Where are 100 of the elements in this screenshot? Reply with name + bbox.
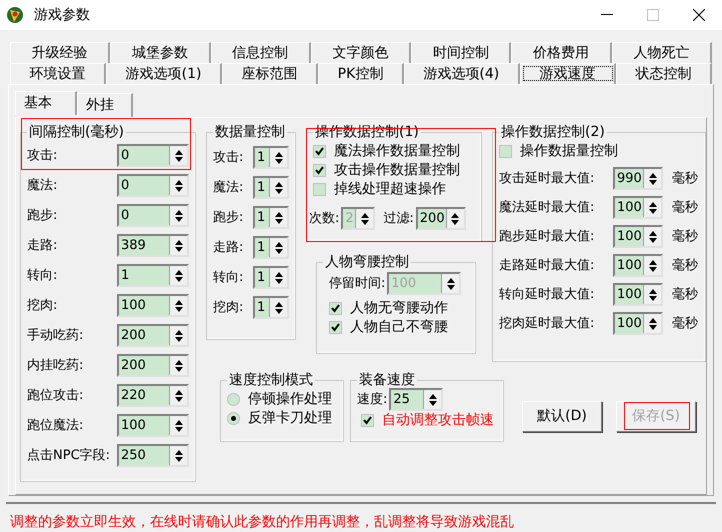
checkbox[interactable] xyxy=(329,321,342,334)
checkbox[interactable] xyxy=(499,145,512,158)
spin-arrows-icon[interactable] xyxy=(643,314,661,333)
spin-arrows-icon[interactable] xyxy=(643,198,661,217)
checkbox[interactable] xyxy=(361,414,374,427)
spin-arrows-icon[interactable] xyxy=(446,209,464,228)
spin-field[interactable]: 100 xyxy=(613,283,663,306)
checkbox-option[interactable]: 人物自己不弯腰 xyxy=(329,318,469,337)
spin-arrows-icon[interactable] xyxy=(169,326,187,345)
checkbox-option[interactable]: 魔法操作数据量控制 xyxy=(313,142,475,161)
radio-button[interactable] xyxy=(227,393,240,406)
spin-field[interactable]: 100 xyxy=(117,414,189,437)
checkbox-option[interactable]: 人物无弯腰动作 xyxy=(329,299,469,318)
tab[interactable]: PK控制 xyxy=(318,63,404,84)
group-title: 速度控制模式 xyxy=(228,372,314,388)
unit-label: 毫秒 xyxy=(672,256,698,275)
spin-field[interactable]: 100 xyxy=(613,196,663,219)
tab[interactable]: 状态控制 xyxy=(616,63,712,84)
tab[interactable]: 座标范围 xyxy=(222,63,318,84)
field-label: 转向延时最大值: xyxy=(499,286,596,304)
spin-field[interactable]: 1 xyxy=(253,146,289,169)
spin-field[interactable]: 200 xyxy=(117,324,189,347)
tab[interactable]: 游戏选项(4) xyxy=(404,63,520,84)
spin-field[interactable]: 0 xyxy=(117,174,189,197)
spin-arrows-icon[interactable] xyxy=(269,178,287,197)
checkbox[interactable] xyxy=(313,164,326,177)
group-title: 间隔控制(毫秒) xyxy=(28,124,125,140)
spin-field[interactable]: 25 xyxy=(389,388,444,411)
tab[interactable]: 城堡参数 xyxy=(110,42,211,63)
spin-arrows-icon[interactable] xyxy=(169,146,187,165)
spin-field[interactable]: 389 xyxy=(117,234,189,257)
tab[interactable]: 游戏速度 xyxy=(520,63,616,84)
spin-arrows-icon[interactable] xyxy=(269,148,287,167)
spin-field[interactable]: 100 xyxy=(117,294,189,317)
spin-field[interactable]: 1 xyxy=(253,236,289,259)
checkbox-label: 自动调整攻击帧速 xyxy=(382,411,494,430)
spin-arrows-icon[interactable] xyxy=(169,416,187,435)
tab[interactable]: 升级经验 xyxy=(10,42,110,63)
field-label: 挖肉延时最大值: xyxy=(499,314,596,333)
tab[interactable]: 环境设置 xyxy=(10,63,106,84)
spin-arrows-icon[interactable] xyxy=(643,227,661,246)
tab[interactable]: 外挂 xyxy=(77,93,133,117)
spin-field[interactable]: 1 xyxy=(253,296,289,319)
tab[interactable]: 文字颜色 xyxy=(310,42,412,63)
checkbox[interactable] xyxy=(313,183,326,196)
spin-arrows-icon[interactable] xyxy=(169,296,187,315)
checkbox[interactable] xyxy=(313,145,326,158)
spin-arrows-icon[interactable] xyxy=(169,386,187,405)
spin-field[interactable]: 990 xyxy=(613,167,663,190)
spin-arrows-icon[interactable] xyxy=(423,390,442,409)
spin-field[interactable]: 100 xyxy=(613,254,663,277)
spin-field[interactable]: 1 xyxy=(253,266,289,289)
spin-arrows-icon[interactable] xyxy=(355,209,374,228)
spin-field[interactable]: 0 xyxy=(117,204,189,227)
tab[interactable]: 信息控制 xyxy=(210,42,311,63)
radio-option[interactable]: 停顿操作处理 xyxy=(227,390,337,409)
checkbox-option[interactable]: 操作数据量控制 xyxy=(499,142,699,161)
spin-arrows-icon[interactable] xyxy=(269,208,287,227)
field-label: 攻击延时最大值: xyxy=(499,170,596,188)
dialog-button[interactable]: 默认(D) xyxy=(522,401,602,432)
checkbox-option[interactable]: 攻击操作数据量控制 xyxy=(313,161,475,180)
spin-field[interactable]: 200 xyxy=(416,207,466,230)
spin-arrows-icon[interactable] xyxy=(441,274,460,293)
tab[interactable]: 人物死亡 xyxy=(612,42,712,63)
spin-arrows-icon[interactable] xyxy=(169,236,187,255)
spin-field[interactable]: 100 xyxy=(613,225,663,248)
radio-button[interactable] xyxy=(227,412,240,425)
spin-arrows-icon[interactable] xyxy=(643,169,661,188)
spin-arrows-icon[interactable] xyxy=(269,238,287,257)
tab[interactable]: 游戏选项(1) xyxy=(106,63,222,84)
spin-arrows-icon[interactable] xyxy=(169,176,187,195)
field-label: 挖肉: xyxy=(213,298,244,317)
spin-arrows-icon[interactable] xyxy=(269,268,287,287)
spin-arrows-icon[interactable] xyxy=(643,256,661,275)
spin-arrows-icon[interactable] xyxy=(643,285,661,304)
spin-arrows-icon[interactable] xyxy=(169,266,187,285)
radio-option[interactable]: 反弹卡刀处理 xyxy=(227,409,337,428)
window-title: 游戏参数 xyxy=(34,6,90,24)
unit-label: 毫秒 xyxy=(672,170,698,188)
tab[interactable]: 时间控制 xyxy=(411,42,512,63)
spin-arrows-icon[interactable] xyxy=(269,298,287,317)
field-label: 速度: xyxy=(357,390,388,409)
spin-arrows-icon[interactable] xyxy=(169,206,187,225)
checkbox-option[interactable]: 自动调整攻击帧速 xyxy=(361,411,497,430)
field-label: 过滤: xyxy=(383,210,414,228)
spin-arrows-icon[interactable] xyxy=(169,446,187,465)
spin-field[interactable]: 200 xyxy=(117,354,189,377)
spin-field[interactable]: 0 xyxy=(117,144,189,167)
checkbox[interactable] xyxy=(329,302,342,315)
spin-field[interactable]: 1 xyxy=(117,264,189,287)
spin-field[interactable]: 1 xyxy=(253,176,289,199)
tab[interactable]: 基本 xyxy=(15,91,77,115)
spin-field[interactable]: 100 xyxy=(613,312,663,335)
spin-arrows-icon[interactable] xyxy=(169,356,187,375)
field-label: 转向: xyxy=(27,266,58,285)
spin-field[interactable]: 220 xyxy=(117,384,189,407)
tab[interactable]: 价格费用 xyxy=(511,42,612,63)
spin-field[interactable]: 250 xyxy=(117,444,189,467)
checkbox-option[interactable]: 掉线处理超速操作 xyxy=(313,180,475,199)
spin-field[interactable]: 1 xyxy=(253,206,289,229)
